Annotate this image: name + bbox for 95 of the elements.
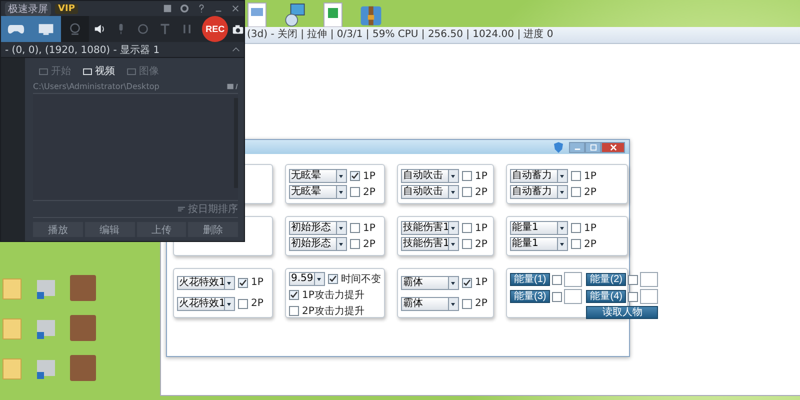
action-button[interactable]: 能量(3): [510, 290, 550, 303]
checkbox-label: 1P: [475, 222, 488, 234]
webcam-icon: [68, 23, 81, 35]
input-field[interactable]: [640, 289, 658, 304]
checkbox[interactable]: [571, 223, 581, 233]
checkbox[interactable]: [350, 187, 360, 197]
checkbox[interactable]: [628, 274, 638, 284]
checkbox-label: 2P: [584, 238, 596, 250]
checkbox-label: 1P: [363, 170, 376, 182]
dropdown[interactable]: 霸体: [401, 296, 459, 310]
checkbox[interactable]: [552, 292, 562, 302]
checkbox[interactable]: [462, 187, 472, 197]
action-button[interactable]: 能量(1): [510, 273, 550, 286]
dropdown[interactable]: 能量1: [510, 221, 568, 235]
shield-icon: [554, 142, 563, 152]
checkbox[interactable]: [462, 298, 472, 308]
checkbox[interactable]: [238, 278, 248, 288]
chevron-up-icon[interactable]: [232, 47, 240, 52]
action-button[interactable]: 删除: [188, 222, 238, 237]
checkbox-label: 2P: [363, 186, 376, 198]
maximize-icon: [590, 144, 596, 150]
checkbox[interactable]: [350, 223, 360, 233]
checkbox[interactable]: [350, 171, 360, 181]
action-button[interactable]: 编辑: [84, 222, 134, 237]
dropdown[interactable]: 自动蓄力: [510, 185, 568, 199]
close-icon: [610, 144, 616, 150]
checkbox[interactable]: [350, 239, 360, 249]
checkbox-label: 2P: [475, 238, 488, 250]
app-name-badge: 极速录屏: [5, 2, 51, 16]
checkbox-label: 1P: [475, 277, 488, 288]
action-button[interactable]: 播放: [33, 222, 83, 237]
action-button[interactable]: 能量(2): [586, 273, 626, 286]
checkbox-label: 2P攻击力提升: [302, 304, 364, 318]
checkbox[interactable]: [289, 306, 299, 316]
dropdown[interactable]: 霸体: [401, 276, 459, 290]
checkbox-label: 2P: [475, 298, 488, 309]
monitor-icon: [36, 22, 55, 36]
dropdown[interactable]: 自动吹击: [401, 169, 459, 183]
checkbox-label: 时间不变: [341, 272, 381, 286]
computer-disc-icon[interactable]: [284, 2, 306, 28]
checkbox-label: 1P: [475, 170, 488, 182]
checkbox[interactable]: [462, 223, 472, 233]
checkbox[interactable]: [628, 292, 638, 302]
tab[interactable]: 视频: [83, 64, 115, 78]
checkbox[interactable]: [571, 239, 581, 249]
checkbox-label: 2P: [475, 186, 488, 198]
checkbox-label: 1P攻击力提升: [302, 288, 364, 302]
checkbox[interactable]: [328, 274, 338, 284]
checkbox-label: 1P: [584, 170, 596, 182]
input-field[interactable]: [564, 289, 582, 304]
gamepad-icon: [6, 22, 25, 36]
speaker-icon: [94, 23, 106, 35]
sort-icon: [178, 206, 185, 212]
dropdown[interactable]: 能量1: [510, 237, 568, 251]
settings-icon[interactable]: [180, 4, 189, 13]
save-icon[interactable]: [163, 4, 172, 13]
checkbox-label: 2P: [363, 238, 376, 250]
minimize-button[interactable]: [569, 142, 585, 152]
record-button[interactable]: REC: [202, 16, 228, 42]
folder-path: C:\Users\Administrator\Desktop: [33, 82, 160, 91]
help-icon[interactable]: [197, 4, 206, 13]
action-button[interactable]: 能量(4): [586, 290, 626, 303]
checkbox-label: 1P: [363, 222, 376, 234]
checkbox[interactable]: [289, 290, 299, 300]
folder-icon: [83, 68, 92, 74]
pause-icon: [181, 23, 194, 35]
input-field[interactable]: [564, 272, 582, 287]
input-field[interactable]: [640, 272, 658, 287]
checkbox[interactable]: [571, 171, 581, 181]
folder-edit-icon[interactable]: [227, 83, 238, 90]
checkbox[interactable]: [238, 298, 248, 308]
checkbox[interactable]: [462, 239, 472, 249]
maximize-button[interactable]: [585, 142, 601, 152]
close-button[interactable]: [601, 142, 625, 152]
checkbox[interactable]: [552, 274, 562, 284]
checkbox[interactable]: [462, 278, 472, 288]
dropdown[interactable]: 自动吹击: [401, 185, 459, 199]
checkbox-label: 1P: [584, 222, 596, 234]
dropdown[interactable]: 自动蓄力: [510, 169, 568, 183]
folder-icon: [39, 68, 48, 74]
checkbox[interactable]: [571, 187, 581, 197]
checkbox-label: 2P: [584, 186, 596, 198]
camera-icon[interactable]: [232, 24, 244, 34]
dropdown[interactable]: 9.59: [289, 272, 325, 286]
text-tool-icon: [159, 23, 172, 35]
capture-region-text: - (0, 0), (1920, 1080) - 显示器 1: [5, 44, 160, 56]
vip-badge: VIP: [55, 4, 78, 14]
checkbox-label: 2P: [251, 298, 264, 309]
load-button[interactable]: 读取人物: [586, 306, 658, 319]
close-icon[interactable]: [231, 4, 240, 13]
checkbox[interactable]: [462, 171, 472, 181]
folder-icon: [127, 68, 136, 74]
action-button[interactable]: 上传: [136, 222, 186, 237]
spreadsheet-icon[interactable]: [322, 2, 344, 28]
checkbox-label: 1P: [251, 277, 264, 288]
